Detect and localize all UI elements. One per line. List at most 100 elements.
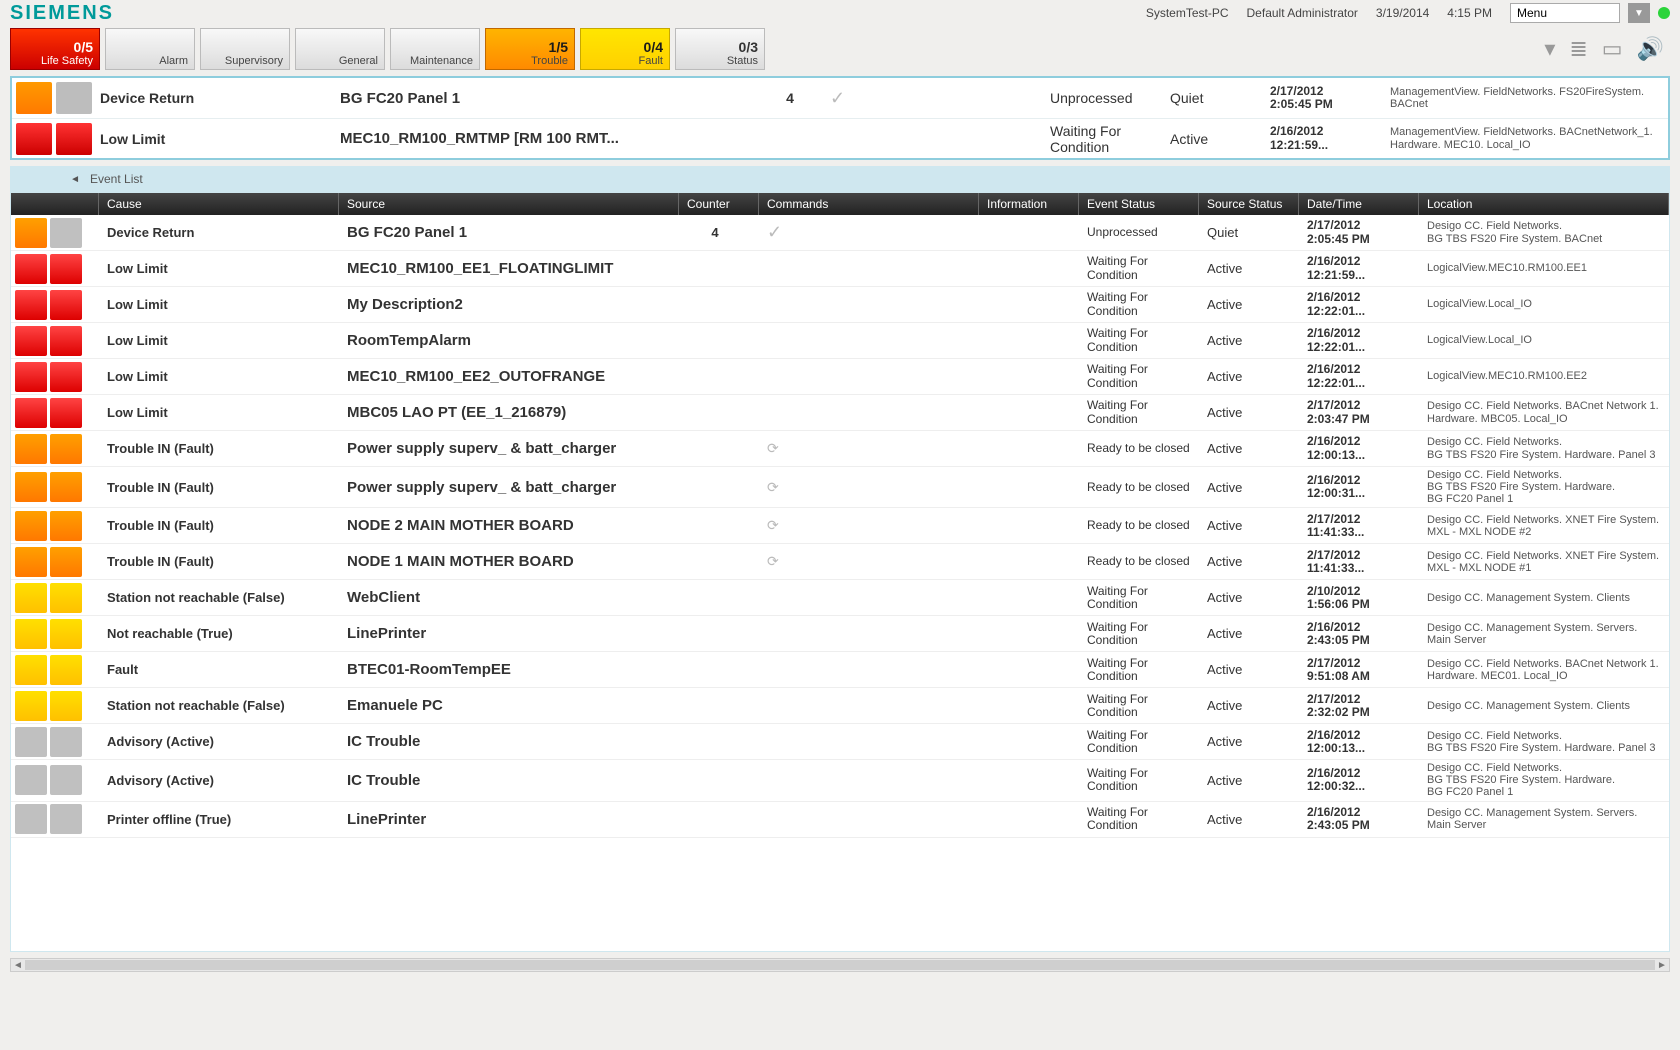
col-date[interactable]: Date/Time bbox=[1299, 193, 1419, 215]
col-estat[interactable]: Event Status bbox=[1079, 193, 1199, 215]
table-row[interactable]: Advisory (Active) IC Trouble Waiting For… bbox=[11, 724, 1669, 760]
row-cmd[interactable]: ⟳ bbox=[759, 515, 979, 536]
table-row[interactable]: Low Limit My Description2 Waiting ForCon… bbox=[11, 287, 1669, 323]
summary-sstat: Quiet bbox=[1170, 90, 1270, 106]
row-date: 2/16/201212:00:32... bbox=[1299, 765, 1419, 795]
row-cmd[interactable] bbox=[759, 778, 979, 782]
table-row[interactable]: Fault BTEC01-RoomTempEE Waiting ForCondi… bbox=[11, 652, 1669, 688]
table-row[interactable]: Trouble IN (Fault) Power supply superv_ … bbox=[11, 467, 1669, 508]
row-icon bbox=[15, 765, 47, 795]
scroll-left-icon[interactable]: ◄ bbox=[11, 959, 25, 971]
category-tile[interactable]: 0/3Status bbox=[675, 28, 765, 70]
scroll-right-icon[interactable]: ► bbox=[1655, 959, 1669, 971]
table-row[interactable]: Not reachable (True) LinePrinter Waiting… bbox=[11, 616, 1669, 652]
table-row[interactable]: Printer offline (True) LinePrinter Waiti… bbox=[11, 802, 1669, 838]
sound-icon[interactable]: 🔊 bbox=[1637, 36, 1664, 62]
category-bar: 0/5Life SafetyAlarm Supervisory GeneralMai… bbox=[0, 26, 1680, 72]
tile-label: Fault bbox=[581, 55, 663, 67]
col-info[interactable]: Information bbox=[979, 193, 1079, 215]
filter-icon[interactable]: ▾ bbox=[1544, 36, 1555, 62]
category-tile[interactable]: 0/5Life Safety bbox=[10, 28, 100, 70]
row-date: 2/16/201212:21:59... bbox=[1299, 253, 1419, 283]
row-cmd[interactable] bbox=[759, 267, 979, 271]
row-cmd[interactable]: ✓ bbox=[759, 220, 979, 245]
row-loc: Desigo CC. Field Networks.BG TBS FS20 Fi… bbox=[1419, 467, 1669, 507]
row-cmd[interactable]: ⟳ bbox=[759, 438, 979, 459]
row-date: 2/17/20122:32:02 PM bbox=[1299, 691, 1419, 721]
row-date: 2/17/20122:05:45 PM bbox=[1299, 217, 1419, 247]
category-tile[interactable]: Supervisory bbox=[200, 28, 290, 70]
col-cmd[interactable]: Commands bbox=[759, 193, 979, 215]
table-row[interactable]: Trouble IN (Fault) Power supply superv_ … bbox=[11, 431, 1669, 467]
row-icon bbox=[50, 218, 82, 248]
list-icon[interactable]: ≣ bbox=[1569, 36, 1587, 62]
row-cmd[interactable] bbox=[759, 303, 979, 307]
row-source: IC Trouble bbox=[339, 731, 679, 752]
category-tile[interactable]: General bbox=[295, 28, 385, 70]
category-tile[interactable]: 0/4Fault bbox=[580, 28, 670, 70]
summary-cause: Device Return bbox=[100, 90, 340, 106]
row-cmd[interactable]: ⟳ bbox=[759, 551, 979, 572]
col-counter[interactable]: Counter bbox=[679, 193, 759, 215]
scroll-thumb[interactable] bbox=[25, 960, 1655, 970]
row-cause: Not reachable (True) bbox=[99, 624, 339, 643]
table-row[interactable]: Trouble IN (Fault) NODE 2 MAIN MOTHER BO… bbox=[11, 508, 1669, 544]
horizontal-scrollbar[interactable]: ◄ ► bbox=[10, 958, 1670, 972]
row-cmd[interactable] bbox=[759, 339, 979, 343]
row-loc: Desigo CC. Management System. Clients bbox=[1419, 590, 1669, 606]
row-sstat: Active bbox=[1199, 660, 1299, 679]
row-cmd[interactable] bbox=[759, 817, 979, 821]
summary-row[interactable]: Device Return BG FC20 Panel 1 4 ✓ Unproc… bbox=[12, 78, 1668, 118]
row-cause: Advisory (Active) bbox=[99, 771, 339, 790]
layout-icon[interactable]: ▭ bbox=[1602, 36, 1623, 62]
row-counter bbox=[679, 560, 759, 564]
col-sstat[interactable]: Source Status bbox=[1199, 193, 1299, 215]
row-source: NODE 2 MAIN MOTHER BOARD bbox=[339, 515, 679, 536]
table-row[interactable]: Low Limit RoomTempAlarm Waiting ForCondi… bbox=[11, 323, 1669, 359]
row-info bbox=[979, 485, 1079, 489]
row-cmd[interactable]: ⟳ bbox=[759, 477, 979, 498]
table-row[interactable]: Device Return BG FC20 Panel 1 4 ✓ Unproc… bbox=[11, 215, 1669, 251]
row-cmd[interactable] bbox=[759, 668, 979, 672]
row-sstat: Active bbox=[1199, 810, 1299, 829]
row-info bbox=[979, 740, 1079, 744]
table-row[interactable]: Low Limit MEC10_RM100_EE1_FLOATINGLIMIT … bbox=[11, 251, 1669, 287]
table-row[interactable]: Station not reachable (False) Emanuele P… bbox=[11, 688, 1669, 724]
row-cmd[interactable] bbox=[759, 375, 979, 379]
row-icon bbox=[15, 398, 47, 428]
category-tile[interactable]: Maintenance bbox=[390, 28, 480, 70]
row-cmd[interactable] bbox=[759, 411, 979, 415]
row-icon bbox=[50, 511, 82, 541]
table-row[interactable]: Low Limit MEC10_RM100_EE2_OUTOFRANGE Wai… bbox=[11, 359, 1669, 395]
menu-input[interactable] bbox=[1510, 3, 1620, 23]
row-cmd[interactable] bbox=[759, 704, 979, 708]
row-cmd[interactable] bbox=[759, 740, 979, 744]
col-loc[interactable]: Location bbox=[1419, 193, 1669, 215]
row-icon bbox=[15, 655, 47, 685]
row-loc: LogicalView.Local_IO bbox=[1419, 296, 1669, 312]
table-row[interactable]: Station not reachable (False) WebClient … bbox=[11, 580, 1669, 616]
row-estat: Waiting ForCondition bbox=[1079, 727, 1199, 757]
row-estat: Ready to be closed bbox=[1079, 517, 1199, 534]
table-row[interactable]: Low Limit MBC05 LAO PT (EE_1_216879) Wai… bbox=[11, 395, 1669, 431]
row-info bbox=[979, 632, 1079, 636]
row-icon bbox=[15, 434, 47, 464]
summary-cmd[interactable]: ✓ bbox=[830, 88, 1050, 109]
row-cmd[interactable] bbox=[759, 632, 979, 636]
row-info bbox=[979, 231, 1079, 235]
menu-dropdown-icon[interactable]: ▼ bbox=[1628, 3, 1650, 23]
collapse-icon[interactable]: ◄ bbox=[10, 174, 90, 185]
row-counter: 4 bbox=[679, 223, 759, 242]
table-row[interactable]: Advisory (Active) IC Trouble Waiting For… bbox=[11, 760, 1669, 801]
row-cmd[interactable] bbox=[759, 596, 979, 600]
category-tile[interactable]: Alarm bbox=[105, 28, 195, 70]
col-cause[interactable]: Cause bbox=[99, 193, 339, 215]
tile-count: 0/4 bbox=[581, 39, 663, 55]
tile-label: Supervisory bbox=[201, 55, 283, 67]
col-source[interactable]: Source bbox=[339, 193, 679, 215]
summary-row[interactable]: Low Limit MEC10_RM100_RMTMP [RM 100 RMT.… bbox=[12, 118, 1668, 158]
table-row[interactable]: Trouble IN (Fault) NODE 1 MAIN MOTHER BO… bbox=[11, 544, 1669, 580]
category-tile[interactable]: 1/5Trouble bbox=[485, 28, 575, 70]
row-icon bbox=[50, 583, 82, 613]
row-info bbox=[979, 704, 1079, 708]
